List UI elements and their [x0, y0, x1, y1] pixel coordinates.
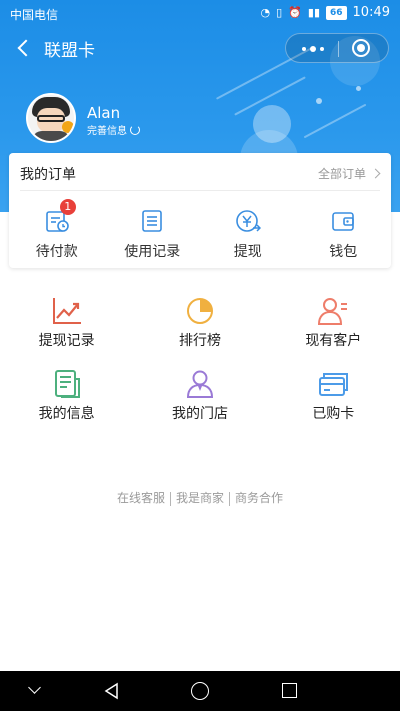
all-orders-label: 全部订单	[317, 167, 366, 181]
all-orders-link[interactable]: 全部订单	[317, 165, 381, 182]
divider	[229, 491, 230, 506]
carrier-label: 中国电信	[10, 8, 59, 22]
complete-info-label: 完善信息	[87, 126, 127, 137]
grid-my-info[interactable]: 我的信息	[0, 365, 133, 438]
grid-purchased-cards[interactable]: 已购卡	[267, 365, 400, 438]
business-cooperation-link[interactable]: 商务合作	[235, 491, 283, 505]
usage-record-icon	[142, 210, 163, 232]
grid-ranking[interactable]: 排行榜	[133, 292, 266, 365]
alarm-icon: ⏰	[288, 6, 302, 19]
clock: 10:49	[352, 5, 390, 20]
system-navigation-bar	[0, 671, 400, 711]
order-usage-record[interactable]: 使用记录	[105, 205, 201, 261]
merchant-link[interactable]: 我是商家	[176, 491, 224, 505]
hide-keyboard-icon[interactable]	[25, 681, 45, 701]
more-icon[interactable]	[300, 43, 326, 55]
order-item-label: 钱包	[329, 244, 358, 260]
page-title: 联盟卡	[44, 41, 95, 61]
grid-item-label: 排行榜	[178, 333, 221, 349]
chevron-right-icon	[370, 168, 381, 179]
footer-links: 在线客服 我是商家 商务合作	[0, 489, 400, 506]
grid-withdraw-record[interactable]: 提现记录	[0, 292, 133, 365]
grid-item-label: 已购卡	[312, 406, 355, 422]
ranking-icon	[186, 298, 213, 324]
purchased-cards-icon	[319, 373, 349, 396]
orders-title: 我的订单	[20, 167, 76, 183]
my-store-icon	[186, 370, 213, 398]
order-item-label: 提现	[233, 244, 262, 260]
complete-info-link[interactable]: 完善信息	[87, 122, 140, 137]
orders-card: 我的订单 全部订单 1 待付款 使用记录 提现 钱包	[9, 153, 391, 268]
divider	[169, 491, 171, 506]
order-withdraw[interactable]: 提现	[200, 205, 296, 261]
signal-icon: ▮▮	[307, 6, 320, 19]
status-bar: 中国电信 ◔ ▯ ⏰ ▮▮ 66 10:49	[0, 0, 400, 26]
battery-level: 66	[326, 5, 347, 20]
pending-count-badge: 1	[59, 199, 76, 215]
grid-my-store[interactable]: 我的门店	[133, 365, 266, 438]
withdraw-icon	[235, 210, 261, 232]
grid-item-label: 现有客户	[305, 333, 362, 349]
wifi-icon: ◔	[260, 6, 271, 19]
function-grid: 提现记录 排行榜 现有客户 我的信息 我的门店 已购卡	[0, 292, 400, 438]
system-home-icon[interactable]	[190, 681, 210, 701]
navigation-bar: 联盟卡	[0, 28, 400, 68]
customers-icon	[318, 298, 348, 325]
username: Alan	[87, 104, 121, 122]
divider	[20, 190, 380, 191]
customer-service-link[interactable]: 在线客服	[117, 491, 165, 505]
avatar[interactable]	[26, 93, 76, 143]
order-wallet[interactable]: 钱包	[296, 205, 392, 261]
back-icon[interactable]	[14, 36, 38, 60]
system-back-icon[interactable]	[102, 681, 122, 701]
order-item-label: 待付款	[35, 244, 78, 260]
close-miniprogram-icon[interactable]	[352, 39, 370, 57]
order-pending-payment[interactable]: 1 待付款	[9, 199, 105, 261]
grid-item-label: 我的信息	[38, 406, 95, 422]
wallet-icon	[332, 212, 355, 231]
order-item-label: 使用记录	[124, 244, 181, 260]
miniprogram-capsule	[285, 33, 389, 63]
withdraw-record-icon	[52, 298, 81, 324]
grid-customers[interactable]: 现有客户	[267, 292, 400, 365]
grid-item-label: 提现记录	[38, 333, 95, 349]
my-info-icon	[54, 370, 80, 398]
vibrate-icon: ▯	[276, 6, 283, 19]
system-recents-icon[interactable]	[280, 681, 300, 701]
refresh-icon	[130, 124, 140, 135]
grid-item-label: 我的门店	[171, 406, 228, 422]
